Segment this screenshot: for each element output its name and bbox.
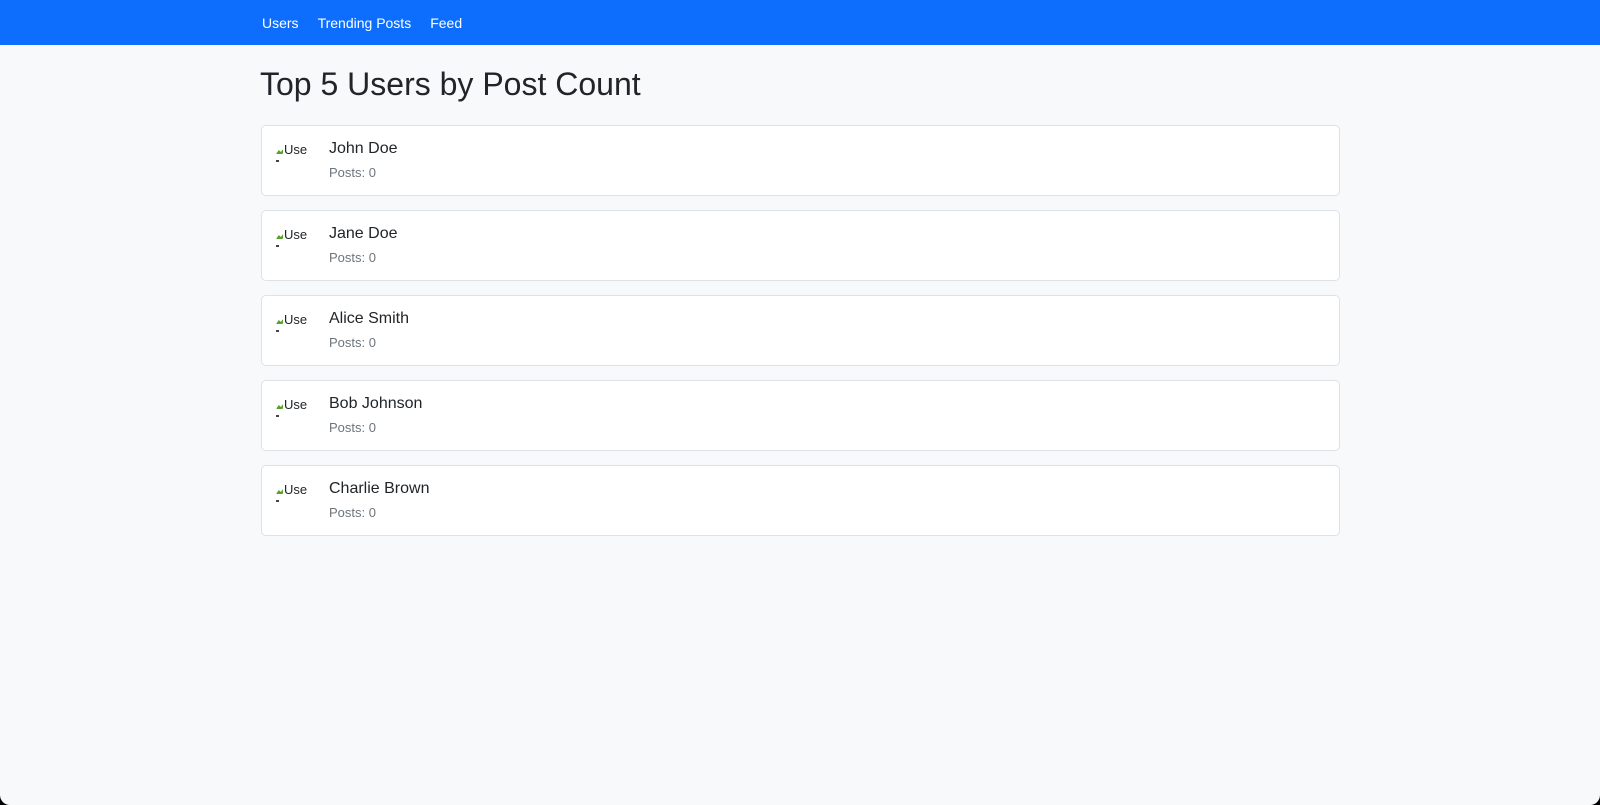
user-post-count: Posts: 0 (329, 505, 376, 520)
avatar-alt-text: Use (284, 397, 308, 412)
user-card: Use Alice Smith Posts: 0 (261, 295, 1340, 366)
user-name: Alice Smith (329, 310, 410, 327)
main-content: Top 5 Users by Post Count Use John Doe P… (260, 45, 1340, 550)
user-avatar: Use (276, 312, 316, 344)
user-name: Jane Doe (329, 225, 398, 242)
broken-image-icon (276, 146, 283, 155)
nav-link-trending-posts[interactable]: Trending Posts (315, 15, 415, 31)
user-name: John Doe (329, 140, 398, 157)
user-card: Use John Doe Posts: 0 (261, 125, 1340, 196)
user-avatar: Use (276, 142, 316, 174)
avatar-alt-text: Use (284, 312, 308, 327)
broken-image-icon (276, 316, 283, 325)
broken-image-icon (276, 231, 283, 240)
nav-link-users[interactable]: Users (259, 15, 302, 31)
user-card: Use Bob Johnson Posts: 0 (261, 380, 1340, 451)
user-card: Use Jane Doe Posts: 0 (261, 210, 1340, 281)
user-avatar: Use (276, 482, 316, 514)
app-window: Users Trending Posts Feed Top 5 Users by… (0, 0, 1600, 805)
avatar-alt-text: Use (284, 142, 308, 157)
user-name: Bob Johnson (329, 395, 423, 412)
user-post-count: Posts: 0 (329, 165, 376, 180)
nav-link-feed[interactable]: Feed (427, 15, 465, 31)
user-post-count: Posts: 0 (329, 420, 376, 435)
broken-image-icon (276, 486, 283, 495)
broken-image-icon (276, 401, 283, 410)
avatar-alt-text: Use (284, 482, 308, 497)
page-title: Top 5 Users by Post Count (260, 66, 641, 102)
user-post-count: Posts: 0 (329, 335, 376, 350)
avatar-alt-text: Use (284, 227, 308, 242)
top-navbar: Users Trending Posts Feed (0, 0, 1600, 45)
user-avatar: Use (276, 227, 316, 259)
user-post-count: Posts: 0 (329, 250, 376, 265)
user-name: Charlie Brown (329, 480, 430, 497)
user-list: Use John Doe Posts: 0 Use Jane Doe Posts… (261, 125, 1340, 536)
user-avatar: Use (276, 397, 316, 429)
user-card: Use Charlie Brown Posts: 0 (261, 465, 1340, 536)
